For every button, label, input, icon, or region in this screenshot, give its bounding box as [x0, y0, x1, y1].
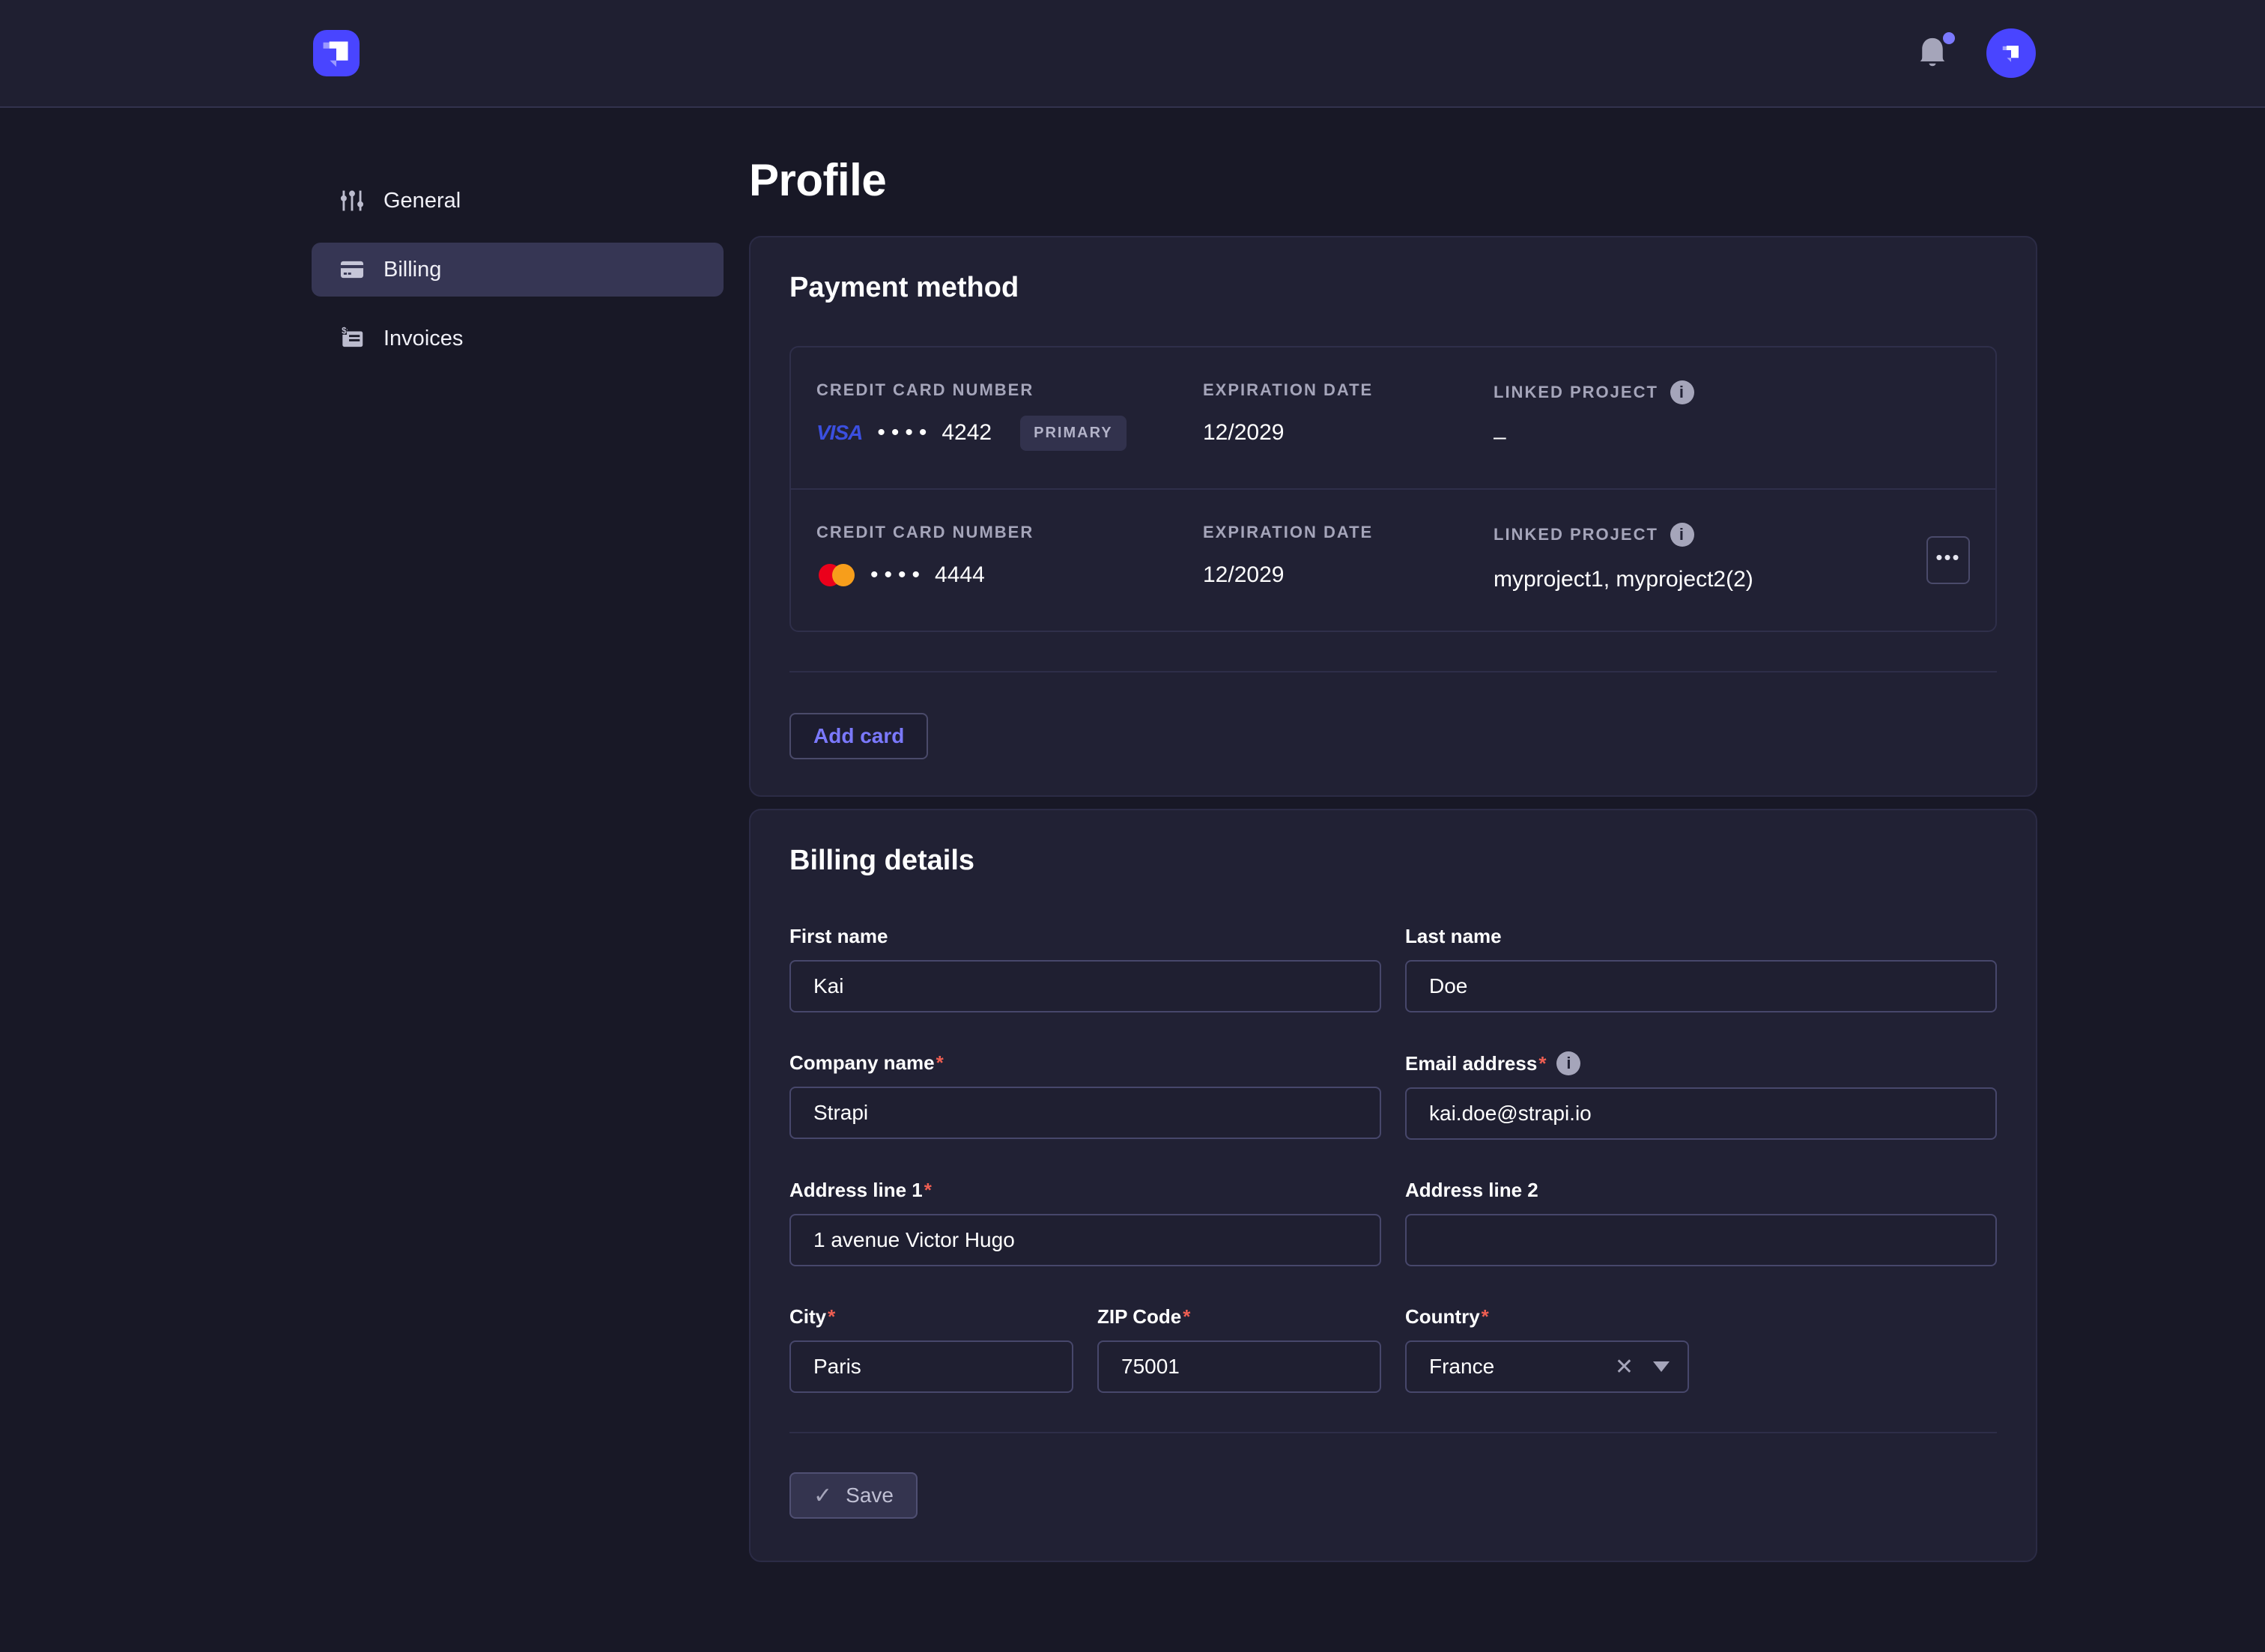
required-asterisk: *: [1538, 1052, 1546, 1075]
sidebar-item-general[interactable]: General: [312, 174, 724, 228]
svg-text:$: $: [342, 327, 347, 336]
field-email: Email address* i: [1405, 1051, 1997, 1140]
sidebar-item-invoices[interactable]: $ $ Invoices: [312, 312, 724, 365]
credit-card-row-visa: CREDIT CARD NUMBER VISA •••• 4242 PRIMAR…: [791, 347, 1995, 488]
field-address-line2: Address line 2: [1405, 1179, 1997, 1266]
cc-number-label: CREDIT CARD NUMBER: [816, 380, 1203, 400]
info-icon[interactable]: i: [1556, 1051, 1580, 1075]
city-label: City*: [789, 1305, 835, 1328]
credit-card-icon: [337, 255, 367, 285]
city-input[interactable]: [789, 1340, 1073, 1393]
cc-expiration-cell: EXPIRATION DATE 12/2029: [1203, 380, 1494, 451]
first-name-label: First name: [789, 925, 888, 948]
strapi-logo-icon: [313, 30, 360, 76]
top-header: [0, 0, 2265, 108]
required-asterisk: *: [828, 1305, 835, 1328]
billing-details-card: Billing details First name Last name: [749, 809, 2037, 1562]
ellipsis-icon: •••: [1935, 546, 1960, 569]
linked-project-label: LINKED PROJECT: [1494, 383, 1658, 402]
linked-project-value: –: [1494, 419, 1970, 455]
settings-sidebar: General Billing $: [312, 108, 724, 380]
billing-form: First name Last name Company name*: [789, 925, 1997, 1519]
user-avatar[interactable]: [1986, 28, 2036, 78]
country-value: France: [1429, 1355, 1615, 1379]
sidebar-item-label: Billing: [383, 258, 441, 282]
last-name-input[interactable]: [1405, 960, 1997, 1012]
cc-linked-cell: LINKED PROJECT i –: [1494, 380, 1970, 455]
visa-logo: VISA: [816, 421, 862, 445]
add-card-button[interactable]: Add card: [789, 713, 928, 759]
credit-card-list: CREDIT CARD NUMBER VISA •••• 4242 PRIMAR…: [789, 346, 1997, 632]
company-name-input[interactable]: [789, 1087, 1381, 1139]
notifications-button[interactable]: [1916, 35, 1949, 71]
required-asterisk: *: [936, 1051, 944, 1075]
cc-number-cell: CREDIT CARD NUMBER •••• 4444: [816, 523, 1203, 593]
expiration-label: EXPIRATION DATE: [1203, 523, 1494, 542]
cc-number-label: CREDIT CARD NUMBER: [816, 523, 1203, 542]
check-icon: ✓: [813, 1483, 832, 1509]
header-actions: [1916, 28, 2036, 78]
main-content: Profile Payment method CREDIT CARD NUMBE…: [749, 108, 2037, 1562]
country-select[interactable]: France ✕: [1405, 1340, 1689, 1393]
email-input[interactable]: [1405, 1087, 1997, 1140]
avatar-strapi-icon: [1996, 38, 2026, 68]
clear-icon[interactable]: ✕: [1615, 1354, 1634, 1380]
invoice-icon: $ $: [337, 324, 367, 353]
expiration-value: 12/2029: [1203, 415, 1494, 451]
cc-number-cell: CREDIT CARD NUMBER VISA •••• 4242 PRIMAR…: [816, 380, 1203, 451]
cc-expiration-cell: EXPIRATION DATE 12/2029: [1203, 523, 1494, 593]
credit-card-row-mastercard: CREDIT CARD NUMBER •••• 4444: [791, 488, 1995, 631]
expiration-value: 12/2029: [1203, 557, 1494, 593]
masked-digits: ••••: [870, 562, 926, 588]
field-address-line1: Address line 1*: [789, 1179, 1381, 1266]
linked-project-value: myproject1, myproject2(2): [1494, 562, 1926, 598]
notification-dot: [1943, 32, 1955, 44]
card-last4: 4444: [935, 562, 985, 588]
sidebar-item-label: General: [383, 189, 461, 213]
expiration-label: EXPIRATION DATE: [1203, 380, 1494, 400]
field-zip: ZIP Code*: [1097, 1305, 1381, 1393]
first-name-input[interactable]: [789, 960, 1381, 1012]
field-country: Country* France ✕: [1405, 1305, 1689, 1393]
cc-linked-cell: LINKED PROJECT i myproject1, myproject2(…: [1494, 523, 1926, 598]
company-name-label: Company name*: [789, 1051, 944, 1075]
card-more-actions-button[interactable]: •••: [1926, 536, 1970, 584]
field-last-name: Last name: [1405, 925, 1997, 1012]
sidebar-item-label: Invoices: [383, 327, 463, 351]
last-name-label: Last name: [1405, 925, 1502, 948]
payment-method-heading: Payment method: [789, 272, 1997, 304]
zip-code-input[interactable]: [1097, 1340, 1381, 1393]
country-label: Country*: [1405, 1305, 1489, 1328]
mastercard-logo: [816, 562, 857, 588]
save-button[interactable]: ✓ Save: [789, 1472, 918, 1519]
masked-digits: ••••: [877, 420, 933, 446]
billing-divider: [789, 1432, 1997, 1433]
card-last4: 4242: [942, 420, 992, 446]
zip-code-label: ZIP Code*: [1097, 1305, 1190, 1328]
info-icon[interactable]: i: [1670, 523, 1694, 547]
required-asterisk: *: [1183, 1305, 1190, 1328]
payment-divider: [789, 671, 1997, 672]
required-asterisk: *: [924, 1179, 932, 1202]
info-icon[interactable]: i: [1670, 380, 1694, 404]
field-company-name: Company name*: [789, 1051, 1381, 1140]
sidebar-item-billing[interactable]: Billing: [312, 243, 724, 297]
primary-badge: PRIMARY: [1020, 416, 1126, 451]
payment-method-card: Payment method CREDIT CARD NUMBER VISA •…: [749, 236, 2037, 797]
page-title: Profile: [749, 154, 2037, 206]
strapi-logo[interactable]: [313, 30, 360, 76]
chevron-down-icon[interactable]: [1653, 1361, 1670, 1372]
billing-details-heading: Billing details: [789, 845, 1997, 877]
email-label: Email address*: [1405, 1052, 1546, 1075]
address-line2-input[interactable]: [1405, 1214, 1997, 1266]
field-city: City*: [789, 1305, 1073, 1393]
address-line1-input[interactable]: [789, 1214, 1381, 1266]
address-line2-label: Address line 2: [1405, 1179, 1538, 1202]
sliders-icon: [337, 186, 367, 216]
linked-project-label: LINKED PROJECT: [1494, 525, 1658, 544]
field-first-name: First name: [789, 925, 1381, 1012]
required-asterisk: *: [1482, 1305, 1489, 1328]
address-line1-label: Address line 1*: [789, 1179, 932, 1202]
